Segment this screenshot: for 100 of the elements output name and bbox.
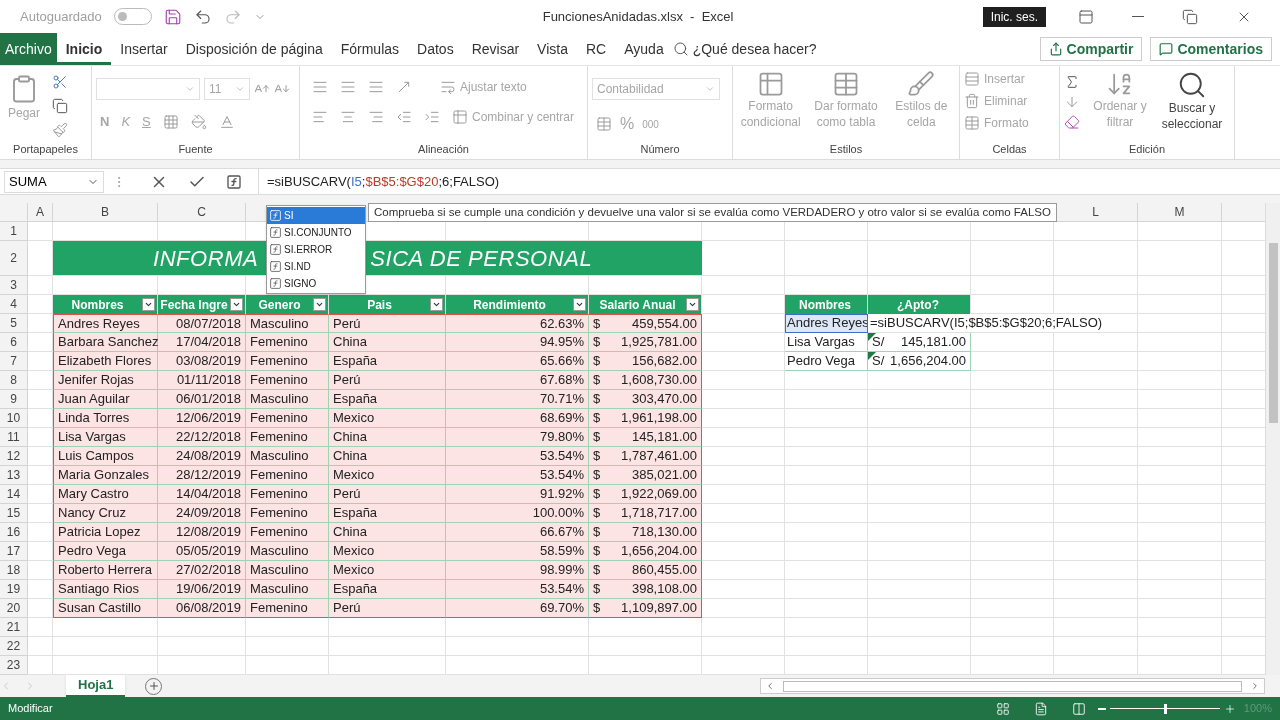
row-number[interactable]: 3 <box>0 276 28 295</box>
row-number[interactable]: 6 <box>0 333 28 352</box>
row-number[interactable]: 4 <box>0 295 28 314</box>
column-header[interactable]: C <box>158 203 246 222</box>
table-cell: 24/09/2018 <box>158 504 246 523</box>
column-header[interactable]: M <box>1138 203 1222 222</box>
row-number[interactable]: 13 <box>0 466 28 485</box>
minimize-icon[interactable] <box>1132 16 1144 17</box>
filter-button[interactable] <box>430 298 443 311</box>
scrollbar-thumb[interactable] <box>1268 243 1278 423</box>
row-number[interactable]: 20 <box>0 599 28 618</box>
row-number[interactable]: 7 <box>0 352 28 371</box>
row-number[interactable]: 16 <box>0 523 28 542</box>
formula-text: ; <box>361 172 366 191</box>
column-header[interactable]: L <box>1054 203 1138 222</box>
table-cell: 24/08/2019 <box>158 447 246 466</box>
row-number[interactable]: 19 <box>0 580 28 599</box>
ribbon-tab[interactable]: Ayuda <box>615 33 673 65</box>
autocomplete-item[interactable]: SI.ND <box>267 258 365 275</box>
comments-button[interactable]: Comentarios <box>1150 37 1272 61</box>
filter-button[interactable] <box>313 298 326 311</box>
row-number[interactable]: 9 <box>0 390 28 409</box>
align-top-button[interactable] <box>312 79 328 95</box>
table-cell: 53.54% <box>446 466 589 485</box>
row-number[interactable]: 18 <box>0 561 28 580</box>
zoom-thumb[interactable] <box>1163 703 1167 714</box>
zoom-slider[interactable] <box>1109 703 1220 714</box>
autocomplete-item[interactable]: SI <box>267 207 365 224</box>
cell-editor[interactable]: =siBUSCARV(I5;$B$5:$G$20;6;FALSO) <box>868 314 1138 333</box>
sheet-tab[interactable]: Hoja1 <box>66 675 126 697</box>
row-number[interactable]: 10 <box>0 409 28 428</box>
align-middle-button[interactable] <box>340 79 356 95</box>
column-header[interactable]: A <box>28 203 53 222</box>
autocomplete-item[interactable]: SIGNO <box>267 275 365 292</box>
row-number[interactable]: 17 <box>0 542 28 561</box>
select-all-corner[interactable] <box>0 203 28 222</box>
column-header[interactable]: B <box>53 203 158 222</box>
table-cell: Andres Reyes <box>785 314 868 333</box>
decrease-indent-button[interactable] <box>396 109 412 125</box>
borders-button[interactable] <box>162 113 179 130</box>
ribbon-tab[interactable]: Insertar <box>111 33 177 65</box>
row-number[interactable]: 2 <box>0 241 28 276</box>
align-left-button[interactable] <box>312 109 328 125</box>
autocomplete-item[interactable]: SI.ERROR <box>267 241 365 258</box>
insert-rows-icon <box>964 71 980 87</box>
table-cell: 100.00% <box>446 504 589 523</box>
ribbon-tab[interactable]: Vista <box>528 33 577 65</box>
row-number[interactable]: 23 <box>0 656 28 675</box>
format-painter-button[interactable] <box>52 122 69 138</box>
cut-button[interactable] <box>52 74 69 90</box>
filter-button[interactable] <box>686 298 699 311</box>
sign-in-button[interactable]: Inic. ses. <box>982 6 1046 27</box>
copy-button[interactable] <box>52 98 69 114</box>
table-cell: Femenino <box>246 504 329 523</box>
autosum-button[interactable] <box>1064 74 1080 90</box>
insert-function-button[interactable] <box>226 173 242 190</box>
ribbon-tab[interactable]: Fórmulas <box>331 33 409 65</box>
table-cell: China <box>329 447 446 466</box>
filter-button[interactable] <box>573 298 586 311</box>
table-cell: Lisa Vargas <box>785 333 868 352</box>
ribbon-tab[interactable]: Datos <box>408 33 463 65</box>
scrollbar-thumb[interactable] <box>783 680 1242 692</box>
table-cell: Femenino <box>246 523 329 542</box>
ribbon-tab[interactable]: Disposición de página <box>176 33 332 65</box>
file-tab[interactable]: Archivo <box>0 33 57 65</box>
clear-button[interactable] <box>1064 114 1080 130</box>
formula-field[interactable]: =siBUSCARV(I5;$B$5:$G$20;6;FALSO) <box>258 169 1280 194</box>
row-number[interactable]: 14 <box>0 485 28 504</box>
row-number[interactable]: 8 <box>0 371 28 390</box>
table-cell: 91.92% <box>446 485 589 504</box>
increase-indent-button[interactable] <box>424 109 440 125</box>
zoom-out-icon[interactable] <box>1097 707 1106 710</box>
orientation-button[interactable] <box>396 79 412 95</box>
row-number[interactable]: 15 <box>0 504 28 523</box>
align-bottom-button[interactable] <box>368 79 384 95</box>
filter-button[interactable] <box>142 298 155 311</box>
row-number[interactable]: 11 <box>0 428 28 447</box>
align-center-button[interactable] <box>340 109 356 125</box>
search-icon <box>672 41 689 57</box>
share-button[interactable]: Compartir <box>1039 37 1143 61</box>
scroll-right-icon[interactable] <box>1250 681 1260 691</box>
row-number[interactable]: 12 <box>0 447 28 466</box>
name-box[interactable]: SUMA <box>4 170 104 193</box>
horizontal-scrollbar[interactable] <box>760 678 1265 694</box>
row-number[interactable]: 21 <box>0 618 28 637</box>
tell-me-field[interactable]: ¿Qué desea hacer? <box>692 38 817 60</box>
row-number[interactable]: 22 <box>0 637 28 656</box>
row-number[interactable]: 1 <box>0 222 28 241</box>
editing-button[interactable]: Buscar y seleccionar <box>1160 70 1224 132</box>
font-color-button[interactable] <box>218 113 235 130</box>
autocomplete-item[interactable]: SI.CONJUNTO <box>267 224 365 241</box>
amount-text: 156,682.00 <box>631 352 697 371</box>
align-right-button[interactable] <box>368 109 384 125</box>
ribbon-tab[interactable]: Revisar <box>462 33 529 65</box>
fill-color-button[interactable] <box>190 113 207 130</box>
font-name-field[interactable] <box>96 78 200 100</box>
row-number[interactable]: 5 <box>0 314 28 333</box>
ribbon-tab[interactable]: RC <box>577 33 616 65</box>
filter-button[interactable] <box>230 298 243 311</box>
table-cell: Perú <box>329 485 446 504</box>
